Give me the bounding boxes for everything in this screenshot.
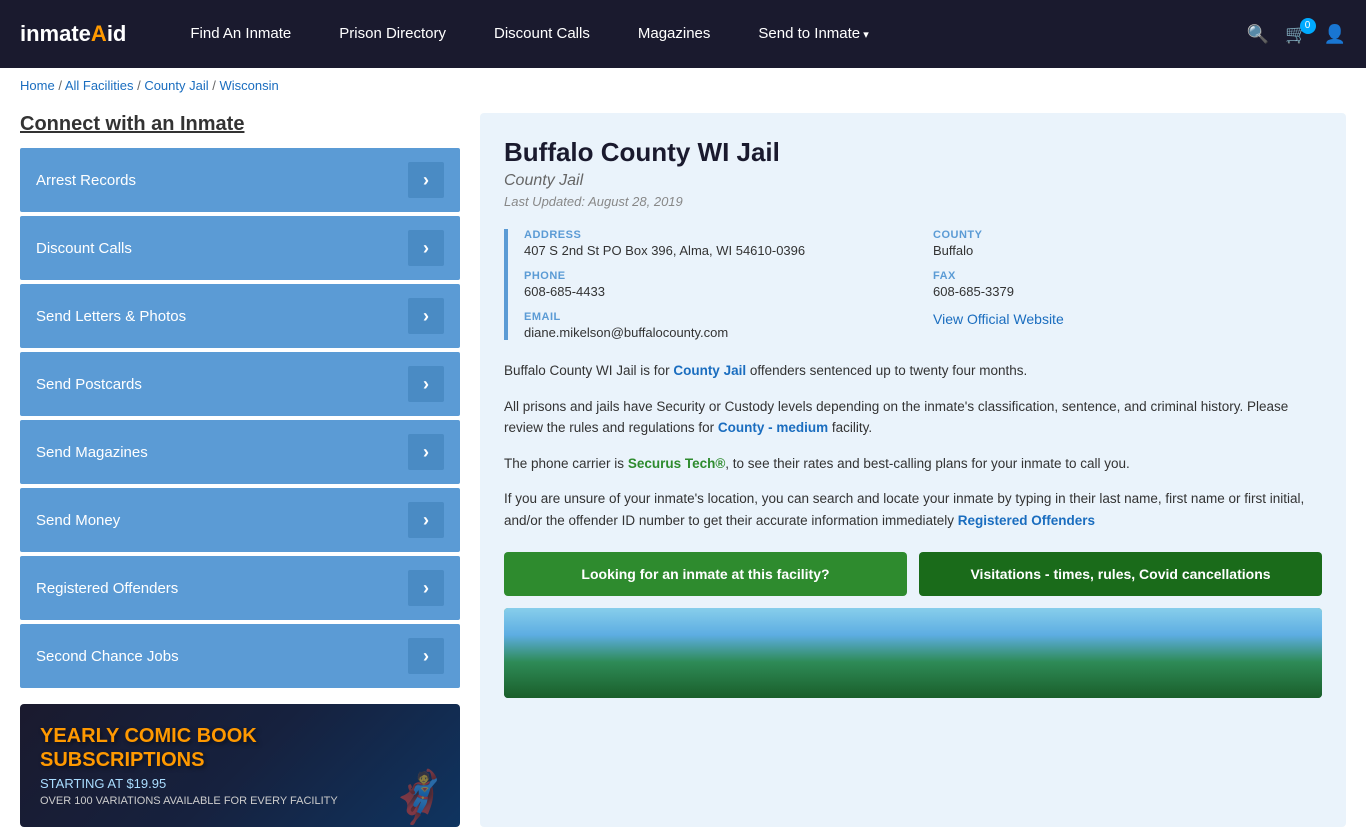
fax-value: 608-685-3379: [933, 284, 1322, 299]
facility-info-grid: ADDRESS 407 S 2nd St PO Box 396, Alma, W…: [504, 229, 1322, 340]
facility-type: County Jail: [504, 172, 1322, 190]
desc-para-1: Buffalo County WI Jail is for County Jai…: [504, 360, 1322, 382]
sidebar-item-arrest-records[interactable]: Arrest Records ›: [20, 148, 460, 212]
breadcrumb: Home / All Facilities / County Jail / Wi…: [0, 68, 1366, 103]
nav-links: Find An Inmate Prison Directory Discount…: [166, 0, 1246, 69]
arrow-icon: ›: [408, 638, 444, 674]
sidebar-item-send-postcards[interactable]: Send Postcards ›: [20, 352, 460, 416]
arrow-icon: ›: [408, 502, 444, 538]
facility-last-updated: Last Updated: August 28, 2019: [504, 194, 1322, 209]
sidebar-item-label: Arrest Records: [36, 172, 136, 189]
breadcrumb-wisconsin[interactable]: Wisconsin: [219, 78, 278, 93]
arrow-icon: ›: [408, 366, 444, 402]
address-value: 407 S 2nd St PO Box 396, Alma, WI 54610-…: [524, 243, 913, 258]
fax-block: FAX 608-685-3379: [933, 270, 1322, 299]
breadcrumb-county-jail[interactable]: County Jail: [144, 78, 208, 93]
county-medium-link[interactable]: County - medium: [718, 420, 828, 435]
county-label: COUNTY: [933, 229, 1322, 241]
sidebar-item-label: Discount Calls: [36, 240, 132, 257]
ad-title: YEARLY COMIC BOOKSUBSCRIPTIONS: [40, 724, 440, 772]
facility-content: Buffalo County WI Jail County Jail Last …: [480, 113, 1346, 827]
registered-offenders-link[interactable]: Registered Offenders: [958, 513, 1095, 528]
address-block: ADDRESS 407 S 2nd St PO Box 396, Alma, W…: [524, 229, 913, 258]
ad-banner[interactable]: YEARLY COMIC BOOKSUBSCRIPTIONS STARTING …: [20, 704, 460, 827]
phone-value: 608-685-4433: [524, 284, 913, 299]
nav-magazines[interactable]: Magazines: [614, 0, 735, 68]
main-navigation: inmateAid Find An Inmate Prison Director…: [0, 0, 1366, 68]
arrow-icon: ›: [408, 434, 444, 470]
website-block: View Official Website: [933, 311, 1322, 340]
phone-label: PHONE: [524, 270, 913, 282]
cart-badge: 0: [1300, 18, 1316, 34]
email-block: EMAIL diane.mikelson@buffalocounty.com: [524, 311, 913, 340]
sidebar-item-send-magazines[interactable]: Send Magazines ›: [20, 420, 460, 484]
description-block: Buffalo County WI Jail is for County Jai…: [504, 360, 1322, 532]
user-icon[interactable]: 👤: [1324, 24, 1346, 45]
county-jail-link[interactable]: County Jail: [673, 363, 746, 378]
find-inmate-cta-button[interactable]: Looking for an inmate at this facility?: [504, 552, 907, 596]
sidebar-item-registered-offenders[interactable]: Registered Offenders ›: [20, 556, 460, 620]
phone-block: PHONE 608-685-4433: [524, 270, 913, 299]
fax-label: FAX: [933, 270, 1322, 282]
sidebar-item-label: Send Magazines: [36, 444, 148, 461]
desc-para-2: All prisons and jails have Security or C…: [504, 396, 1322, 439]
sidebar-menu: Arrest Records › Discount Calls › Send L…: [20, 148, 460, 688]
sidebar-item-label: Send Money: [36, 512, 120, 529]
nav-send-to-inmate[interactable]: Send to Inmate: [734, 0, 892, 69]
email-value: diane.mikelson@buffalocounty.com: [524, 325, 913, 340]
county-block: COUNTY Buffalo: [933, 229, 1322, 258]
search-icon[interactable]: 🔍: [1247, 24, 1269, 45]
cart-icon[interactable]: 🛒 0: [1285, 24, 1307, 45]
desc-para-4: If you are unsure of your inmate's locat…: [504, 488, 1322, 531]
sidebar-item-label: Send Postcards: [36, 376, 142, 393]
arrow-icon: ›: [408, 298, 444, 334]
logo-text: inmateAid: [20, 21, 126, 47]
sidebar-item-send-money[interactable]: Send Money ›: [20, 488, 460, 552]
facility-bottom-image: [504, 608, 1322, 698]
sidebar-item-discount-calls[interactable]: Discount Calls ›: [20, 216, 460, 280]
breadcrumb-home[interactable]: Home: [20, 78, 55, 93]
visitations-cta-button[interactable]: Visitations - times, rules, Covid cancel…: [919, 552, 1322, 596]
scenery-image: [504, 608, 1322, 698]
facility-title: Buffalo County WI Jail: [504, 137, 1322, 168]
sidebar-title: Connect with an Inmate: [20, 113, 460, 136]
address-label: ADDRESS: [524, 229, 913, 241]
securus-link[interactable]: Securus Tech®: [628, 456, 725, 471]
website-link[interactable]: View Official Website: [933, 311, 1064, 327]
nav-discount-calls[interactable]: Discount Calls: [470, 0, 614, 68]
breadcrumb-all-facilities[interactable]: All Facilities: [65, 78, 134, 93]
sidebar: Connect with an Inmate Arrest Records › …: [20, 113, 460, 827]
email-label: EMAIL: [524, 311, 913, 323]
cta-buttons: Looking for an inmate at this facility? …: [504, 552, 1322, 596]
desc-para-3: The phone carrier is Securus Tech®, to s…: [504, 453, 1322, 475]
sidebar-item-label: Registered Offenders: [36, 580, 178, 597]
ad-figures-icon: 🦸: [388, 768, 450, 827]
ad-description: OVER 100 VARIATIONS AVAILABLE FOR EVERY …: [40, 795, 440, 807]
sidebar-item-label: Send Letters & Photos: [36, 308, 186, 325]
sidebar-item-second-chance-jobs[interactable]: Second Chance Jobs ›: [20, 624, 460, 688]
nav-icon-group: 🔍 🛒 0 👤: [1247, 24, 1346, 45]
main-layout: Connect with an Inmate Arrest Records › …: [0, 103, 1366, 837]
site-logo[interactable]: inmateAid: [20, 21, 126, 47]
county-value: Buffalo: [933, 243, 1322, 258]
arrow-icon: ›: [408, 230, 444, 266]
ad-subtitle: STARTING AT $19.95: [40, 776, 440, 791]
nav-prison-directory[interactable]: Prison Directory: [315, 0, 470, 68]
nav-find-inmate[interactable]: Find An Inmate: [166, 0, 315, 68]
arrow-icon: ›: [408, 570, 444, 606]
arrow-icon: ›: [408, 162, 444, 198]
sidebar-item-send-letters[interactable]: Send Letters & Photos ›: [20, 284, 460, 348]
sidebar-item-label: Second Chance Jobs: [36, 648, 179, 665]
